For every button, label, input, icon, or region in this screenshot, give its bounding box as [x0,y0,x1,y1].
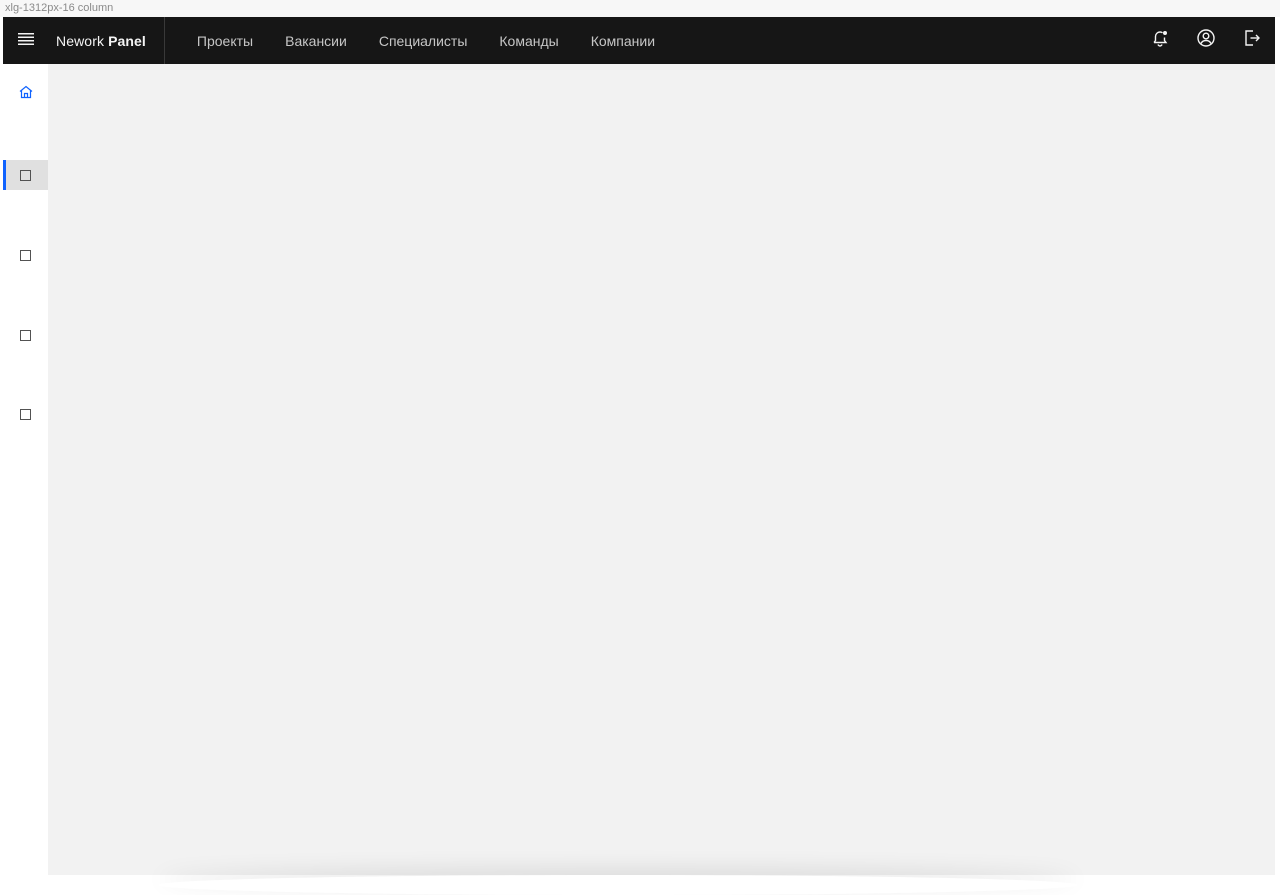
app-shell: Nework Panel Проекты Вакансии Специалист… [3,17,1275,875]
header-actions [1137,17,1275,64]
user-avatar-icon [1196,28,1216,53]
brand-name-bold: Panel [108,32,146,49]
square-icon [20,249,31,261]
side-nav-item-3[interactable] [3,320,48,350]
home-icon [18,84,34,105]
brand-logo[interactable]: Nework Panel [48,17,165,64]
profile-button[interactable] [1183,17,1229,64]
hamburger-icon [17,32,34,50]
square-icon [20,169,31,181]
nav-item-projects[interactable]: Проекты [181,17,269,64]
main-content [48,64,1275,875]
nav-item-specialists[interactable]: Специалисты [363,17,484,64]
side-nav-item-4[interactable] [3,399,48,429]
main-nav: Проекты Вакансии Специалисты Команды Ком… [181,17,671,64]
nav-item-companies[interactable]: Компании [575,17,671,64]
logout-button[interactable] [1229,17,1275,64]
brand-name-light: Nework [56,32,105,49]
square-icon [20,408,31,420]
square-icon [20,329,31,341]
logout-icon [1242,28,1262,53]
side-nav-home[interactable] [3,79,48,109]
nav-item-teams[interactable]: Команды [483,17,574,64]
side-nav-item-1[interactable] [3,160,48,190]
notifications-button[interactable] [1137,17,1183,64]
content-card-shadow [158,875,1078,895]
artboard-label: xlg-1312px-16 column [0,0,1280,17]
nav-item-vacancies[interactable]: Вакансии [269,17,363,64]
side-nav [3,64,48,875]
side-nav-item-2[interactable] [3,240,48,270]
menu-button[interactable] [3,17,48,64]
top-header: Nework Panel Проекты Вакансии Специалист… [3,17,1275,64]
notification-icon [1150,28,1170,53]
